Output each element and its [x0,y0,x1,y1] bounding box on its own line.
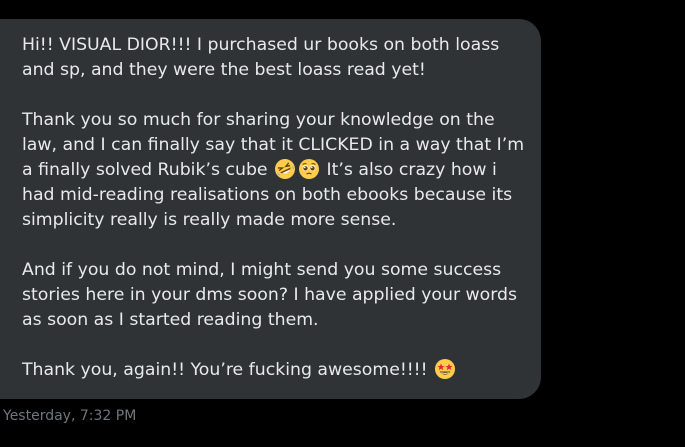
message-paragraph-1: Hi!! VISUAL DIOR!!! I purchased ur books… [22,35,505,80]
message-bubble[interactable]: Hi!! VISUAL DIOR!!! I purchased ur books… [0,19,541,399]
rofl-emoji-icon [274,158,296,180]
dm-thread: Hi!! VISUAL DIOR!!! I purchased ur books… [0,0,685,447]
message-paragraph-4: Thank you, again!! You’re fucking awesom… [22,358,531,383]
message-timestamp: Yesterday, 7:32 PM [3,408,137,424]
pleading-face-emoji-icon [298,158,320,180]
message-text: Thank you, again!! You’re fucking awesom… [22,360,434,380]
star-struck-emoji-icon [434,358,456,380]
message-paragraph-3: And if you do not mind, I might send you… [22,260,523,330]
message-paragraph-2: Thank you so much for sharing your knowl… [22,108,531,233]
